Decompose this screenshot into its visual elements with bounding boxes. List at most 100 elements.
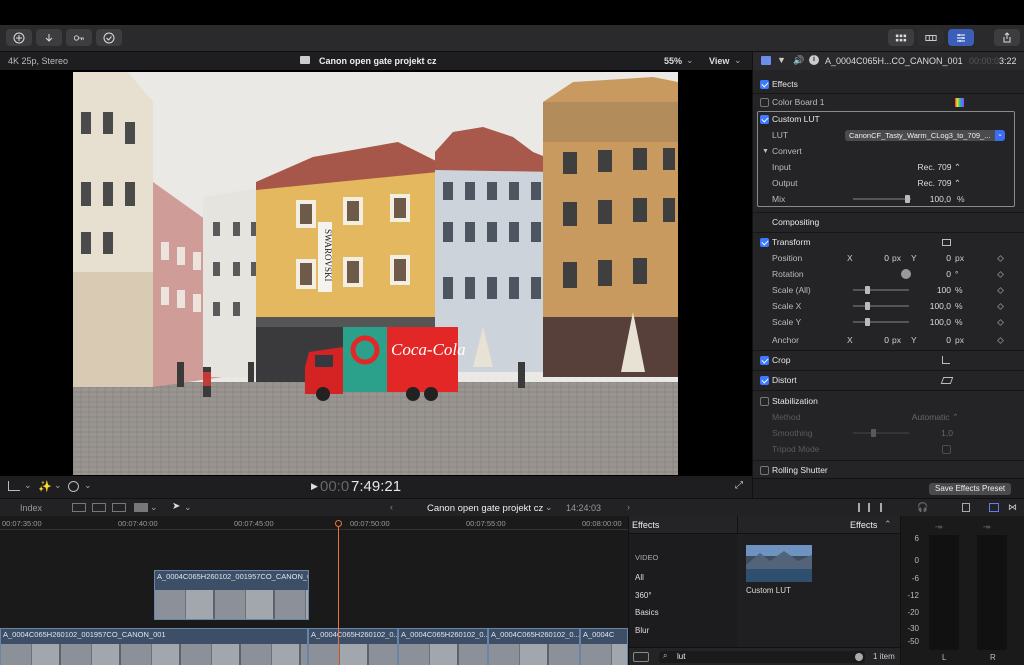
clip-appearance-icon[interactable] [962,503,970,512]
transform-row[interactable]: Transform [753,234,1024,250]
insert-clip-icon[interactable] [92,503,106,512]
smoothing-value[interactable]: 1,0 [913,428,953,438]
lut-select[interactable]: CanonCF_Tasty_Warm_CLog3_to_709_... [845,129,1005,141]
inspector-layout-icon[interactable] [948,29,974,46]
mix-value[interactable]: 100,0 [913,194,951,204]
scale-x-value[interactable]: 100,0 [913,301,951,311]
keywords-icon[interactable] [66,29,92,46]
custom-lut-checkbox[interactable] [760,114,769,124]
sidebar-toggle-icon[interactable] [633,652,649,662]
anchor-y-value[interactable]: 0 [925,335,951,345]
distort-checkbox[interactable] [760,375,769,385]
playhead[interactable] [338,520,339,665]
search-value[interactable]: lut [677,652,685,661]
headphones-icon[interactable]: 🎧 [917,502,928,513]
scale-x-slider[interactable] [853,302,909,310]
custom-lut-row[interactable]: Custom LUT [753,111,1024,127]
keyframe-icon[interactable] [996,270,1005,279]
playhead-handle[interactable] [335,520,342,527]
timeline-project-name[interactable]: Canon open gate projekt cz [427,503,543,514]
effects-section[interactable]: Effects [753,76,1024,92]
keyframe-icon[interactable] [996,318,1005,327]
compositing-row[interactable]: Compositing [753,214,1024,230]
speed-icon[interactable] [68,481,79,492]
scale-all-slider[interactable] [853,286,909,294]
select-tool-icon[interactable]: ➤ [172,501,180,512]
append-clip-icon[interactable] [112,503,126,512]
crop-checkbox[interactable] [760,355,769,365]
method-select[interactable]: Automatic ⌃ [893,412,959,423]
primary-clip[interactable]: A_0004C065H260102_0... [398,628,488,665]
stabilization-row[interactable]: Stabilization [753,393,1024,409]
rolling-shutter-checkbox[interactable] [760,465,769,475]
category-item[interactable]: All [635,573,644,582]
search-input[interactable]: ⌕ lut [659,651,865,663]
magic-wand-icon[interactable]: ✨ [38,480,52,493]
audio-inspector-icon[interactable]: 🔊 [793,55,804,66]
scale-y-value[interactable]: 100,0 [913,317,951,327]
primary-clip[interactable]: A_0004C065H260102_001957CO_CANON_001 [0,628,308,665]
custom-lut-thumbnail[interactable] [746,545,812,582]
video-inspector-icon[interactable] [761,56,771,65]
anchor-x-value[interactable]: 0 [863,335,889,345]
trim-tool-icon[interactable] [858,503,870,512]
forward-arrow-icon[interactable]: › [627,502,630,512]
primary-clip[interactable]: A_0004C065H260102_0... [488,628,580,665]
back-arrow-icon[interactable]: ‹ [390,502,393,512]
share-icon[interactable] [994,29,1020,46]
mix-slider[interactable] [853,195,911,203]
crop-row[interactable]: Crop [753,352,1024,368]
category-item[interactable]: Basics [635,608,659,617]
output-select[interactable]: Rec. 709 ⌃ [893,178,961,189]
distort-onscreen-icon[interactable] [940,376,954,384]
transform-onscreen-icon[interactable] [942,238,951,246]
position-x-value[interactable]: 0 [863,253,889,263]
keyframe-icon[interactable] [996,336,1005,345]
color-board-checkbox[interactable] [760,97,769,107]
view-menu[interactable]: View [709,56,729,66]
convert-row[interactable]: ▼ Convert [753,143,1024,159]
color-inspector-icon[interactable]: ▼ [777,55,786,65]
rolling-shutter-row[interactable]: Rolling Shutter [753,462,1024,478]
connected-clip[interactable]: A_0004C065H260102_001957CO_CANON_0... [154,570,309,620]
disclosure-triangle-icon[interactable]: ▼ [762,148,769,155]
stabilization-checkbox[interactable] [760,396,769,406]
effects-browser-icon[interactable] [989,503,999,512]
browser-layout-icon[interactable] [888,29,914,46]
timeline-ruler[interactable]: 00:07:35:00 00:07:40:00 00:07:45:00 00:0… [0,516,628,530]
save-effects-preset-button[interactable]: Save Effects Preset [929,483,1012,495]
color-board-icon[interactable] [955,97,964,107]
distort-row[interactable]: Distort [753,372,1024,388]
video-frame[interactable]: SWAROVSKI Coca-Cola [73,72,678,475]
download-icon[interactable] [36,29,62,46]
category-item[interactable]: Blur [635,626,649,635]
color-board-row[interactable]: Color Board 1 [753,94,1024,110]
index-button[interactable]: Index [20,503,42,513]
keyframe-icon[interactable] [996,286,1005,295]
overwrite-clip-icon[interactable] [134,503,148,512]
chevron-down-icon[interactable]: ⌄ [995,129,1005,141]
transitions-icon[interactable]: ⋈ [1008,502,1017,513]
keyframe-icon[interactable] [996,302,1005,311]
primary-clip[interactable]: A_0004C065H260102_0... [308,628,398,665]
scale-all-value[interactable]: 100 [925,285,951,295]
tripod-checkbox[interactable] [942,444,951,454]
effect-name[interactable]: Custom LUT [746,586,791,595]
crop-onscreen-icon[interactable] [942,356,950,364]
primary-clip[interactable]: A_0004C [580,628,628,665]
smoothing-slider[interactable] [853,429,909,437]
rotation-dial-icon[interactable] [901,269,911,279]
effects-category-menu[interactable]: Effects [850,520,877,530]
play-icon[interactable]: ▶ [311,481,318,492]
blade-tool-icon[interactable] [880,503,892,512]
timeline[interactable]: 00:07:35:00 00:07:40:00 00:07:45:00 00:0… [0,516,628,665]
keyframe-icon[interactable] [996,254,1005,263]
rotation-value[interactable]: 0 [925,269,951,279]
timeline-layout-icon[interactable] [918,29,944,46]
scale-y-slider[interactable] [853,318,909,326]
transform-checkbox[interactable] [760,237,769,247]
zoom-menu[interactable]: 55% [664,56,682,66]
category-item[interactable]: 360° [635,591,652,600]
clear-search-icon[interactable] [855,653,863,661]
effects-checkbox[interactable] [760,79,769,89]
